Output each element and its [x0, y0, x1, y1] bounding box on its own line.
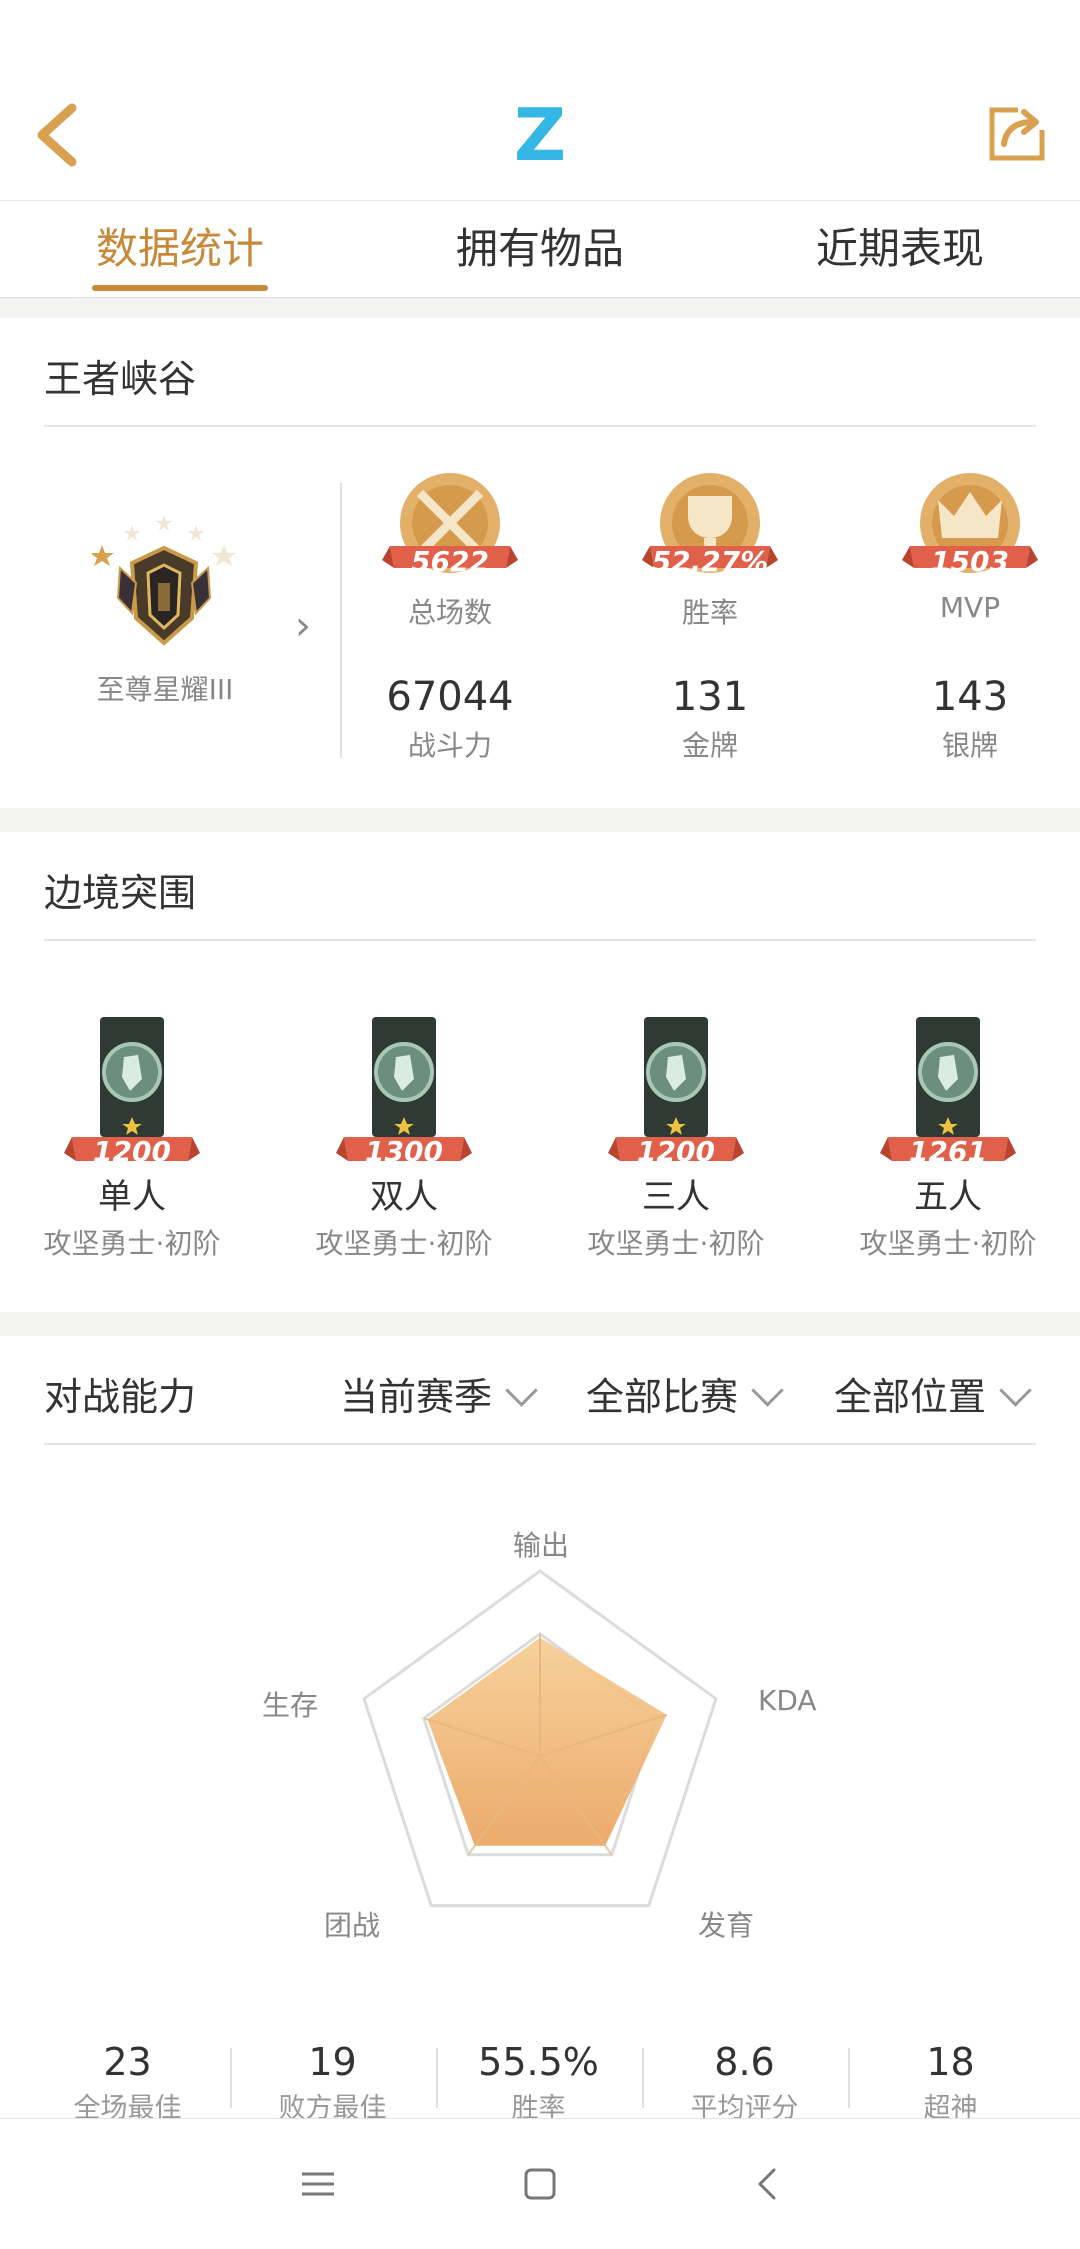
stat-value: 67044	[386, 674, 514, 720]
chevron-down-icon	[751, 1374, 784, 1407]
stat-total-games: 5622 总场数	[350, 468, 550, 631]
tab-bar: 数据统计 拥有物品 近期表现	[0, 200, 1080, 298]
radar-chart	[362, 1569, 718, 1908]
badge-value: 1503	[931, 545, 1009, 578]
section-title: 对战能力	[44, 1375, 197, 1419]
menu-icon[interactable]	[298, 2164, 338, 2204]
filter-label: 全部比赛	[586, 1375, 739, 1419]
summary-avg-rating: 8.6 平均评分	[642, 2040, 847, 2125]
tab-recent[interactable]: 近期表现	[780, 201, 1020, 297]
mode-name: 三人	[642, 1177, 710, 1217]
mode-five[interactable]: 1261 五人 攻坚勇士·初阶	[848, 1017, 1048, 1262]
mode-score: 1261	[909, 1135, 987, 1168]
summary-value: 23	[103, 2040, 152, 2084]
badge-value: 52.27%	[651, 545, 769, 578]
combat-summary: 23 全场最佳 19 败方最佳 55.5% 胜率 8.6 平均评分 18 超神	[0, 2040, 1080, 2124]
mode-rank: 攻坚勇士·初阶	[43, 1227, 221, 1260]
summary-losing-mvp: 19 败方最佳	[230, 2040, 435, 2125]
stat-label: 胜率	[681, 596, 738, 629]
stat-value: 131	[671, 674, 749, 720]
summary-value: 8.6	[714, 2040, 775, 2084]
stat-mvp: 1503 MVP	[870, 468, 1070, 624]
mode-name: 单人	[98, 1177, 166, 1217]
badge-value: 5622	[411, 545, 489, 578]
divider	[44, 939, 1036, 941]
summary-win-rate: 55.5% 胜率	[436, 2040, 641, 2125]
radar-axis-label-output: 输出	[513, 1529, 570, 1562]
radar-axis-label-growth: 发育	[698, 1909, 755, 1942]
radar-axis-label-teamfight: 团战	[324, 1909, 381, 1942]
stat-value: 143	[931, 674, 1009, 720]
divider	[44, 425, 1036, 427]
mode-rank: 攻坚勇士·初阶	[859, 1227, 1037, 1260]
mode-score: 1200	[637, 1135, 715, 1168]
rank-emblem-icon[interactable]	[92, 503, 242, 653]
stat-label: MVP	[939, 591, 1001, 624]
home-icon[interactable]	[520, 2164, 560, 2204]
kings-canyon-card: 王者峡谷 至尊星耀III › 5622 总场数 52.27% 胜率 1503 M…	[0, 318, 1080, 808]
filter-match-dropdown[interactable]: 全部比赛	[586, 1366, 784, 1421]
share-icon[interactable]	[988, 100, 1048, 162]
mode-name: 双人	[370, 1177, 438, 1217]
active-tab-indicator	[92, 285, 268, 291]
tab-stats[interactable]: 数据统计	[60, 201, 300, 297]
filter-label: 全部位置	[834, 1375, 987, 1419]
summary-value: 18	[926, 2040, 975, 2084]
stat-label: 金牌	[681, 729, 738, 762]
mode-rank: 攻坚勇士·初阶	[587, 1227, 765, 1260]
mode-score: 1200	[93, 1135, 171, 1168]
back-arrow-icon[interactable]	[28, 100, 88, 170]
section-title: 边境突围	[44, 871, 197, 915]
radar-axis-label-survival: 生存	[262, 1689, 319, 1722]
back-icon[interactable]	[748, 2164, 788, 2204]
stat-gold-medals: 131 金牌	[610, 674, 810, 764]
radar-axis-label-kda: KDA	[758, 1684, 817, 1717]
tab-items[interactable]: 拥有物品	[420, 201, 660, 297]
vertical-divider	[340, 483, 342, 758]
summary-legendary: 18 超神	[848, 2040, 1053, 2125]
stat-label: 银牌	[941, 729, 998, 762]
radar-data-shape	[427, 1637, 667, 1846]
summary-value: 19	[308, 2040, 357, 2084]
filter-season-dropdown[interactable]: 当前赛季	[340, 1366, 538, 1421]
top-bar: Z	[0, 0, 1080, 200]
chevron-right-icon[interactable]: ›	[295, 603, 311, 649]
system-nav-bar	[0, 2118, 1080, 2249]
stat-label: 总场数	[407, 596, 492, 629]
mode-rank: 攻坚勇士·初阶	[315, 1227, 493, 1260]
combat-ability-card: 对战能力 当前赛季 全部比赛 全部位置 输出 KDA 发育 团战 生存	[0, 1336, 1080, 2136]
mode-score: 1300	[365, 1135, 443, 1168]
chevron-down-icon	[505, 1374, 538, 1407]
stat-silver-medals: 143 银牌	[870, 674, 1070, 764]
rank-name: 至尊星耀III	[96, 673, 234, 706]
summary-mvp: 23 全场最佳	[25, 2040, 230, 2125]
mode-duo[interactable]: 1300 双人 攻坚勇士·初阶	[304, 1017, 504, 1262]
filter-label: 当前赛季	[340, 1375, 493, 1419]
mode-solo[interactable]: 1200 单人 攻坚勇士·初阶	[32, 1017, 232, 1262]
section-title: 王者峡谷	[44, 357, 197, 401]
stat-label: 战斗力	[407, 729, 492, 762]
summary-value: 55.5%	[478, 2040, 599, 2084]
stat-combat-power: 67044 战斗力	[350, 674, 550, 764]
chevron-down-icon	[999, 1374, 1032, 1407]
stat-win-rate: 52.27% 胜率	[610, 468, 810, 631]
divider	[44, 1443, 1036, 1445]
app-logo: Z	[513, 93, 567, 177]
mode-trio[interactable]: 1200 三人 攻坚勇士·初阶	[576, 1017, 776, 1262]
border-breakout-card: 边境突围 1200 单人 攻坚勇士·初阶 1300 双人 攻坚勇士·初阶 120…	[0, 832, 1080, 1312]
mode-name: 五人	[914, 1177, 982, 1217]
filter-position-dropdown[interactable]: 全部位置	[834, 1366, 1032, 1421]
